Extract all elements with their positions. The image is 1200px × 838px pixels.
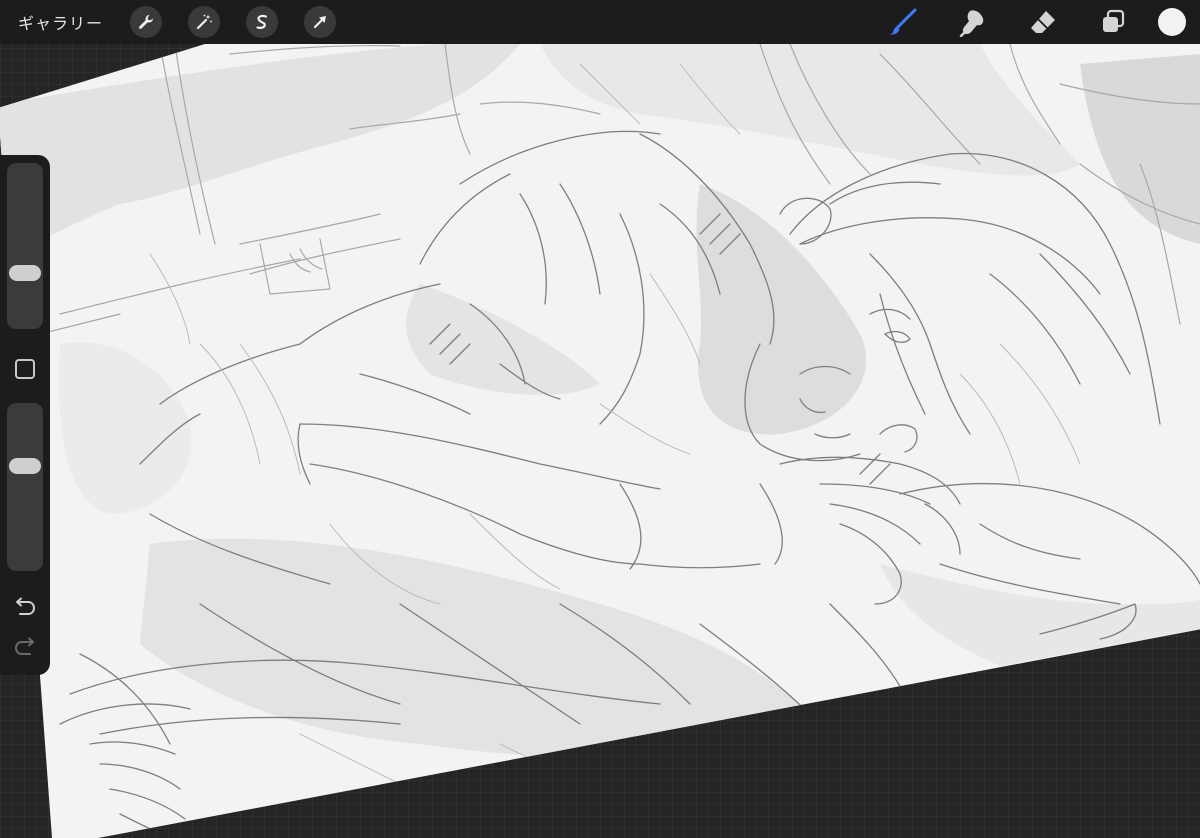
transform-arrow-icon: [313, 16, 327, 29]
redo-button[interactable]: [12, 637, 38, 659]
wrench-icon: [139, 15, 154, 29]
painting-tools: [868, 0, 1188, 44]
adjustments-button[interactable]: [188, 6, 221, 38]
smudge-icon: [959, 10, 984, 37]
brush-size-handle[interactable]: [9, 265, 41, 281]
left-sidebar: [0, 155, 50, 675]
selection-button[interactable]: [246, 6, 279, 38]
smudge-tool-button[interactable]: [955, 4, 991, 40]
color-picker-button[interactable]: [1158, 8, 1186, 36]
modify-button[interactable]: [15, 359, 35, 379]
undo-button[interactable]: [12, 597, 38, 619]
layers-button[interactable]: [1095, 4, 1131, 40]
brush-icon: [890, 8, 917, 35]
eraser-icon: [1031, 11, 1055, 33]
drawing-canvas[interactable]: [0, 44, 1200, 838]
magic-wand-icon: [196, 14, 212, 30]
selection-s-icon: [256, 14, 268, 30]
brush-size-slider[interactable]: [7, 163, 43, 329]
undo-arrow-icon: [16, 597, 36, 615]
actions-button[interactable]: [130, 6, 163, 38]
opacity-slider[interactable]: [7, 403, 43, 571]
redo-arrow-icon: [14, 637, 34, 655]
transform-button[interactable]: [304, 6, 337, 38]
layers-icon: [1103, 9, 1125, 32]
opacity-handle[interactable]: [9, 458, 41, 474]
gallery-button[interactable]: ギャラリー: [18, 10, 103, 34]
eraser-tool-button[interactable]: [1025, 4, 1061, 40]
sketch-artwork: [0, 44, 1200, 838]
top-toolbar: ギャラリー: [0, 0, 1200, 44]
brush-tool-button[interactable]: [885, 4, 921, 40]
